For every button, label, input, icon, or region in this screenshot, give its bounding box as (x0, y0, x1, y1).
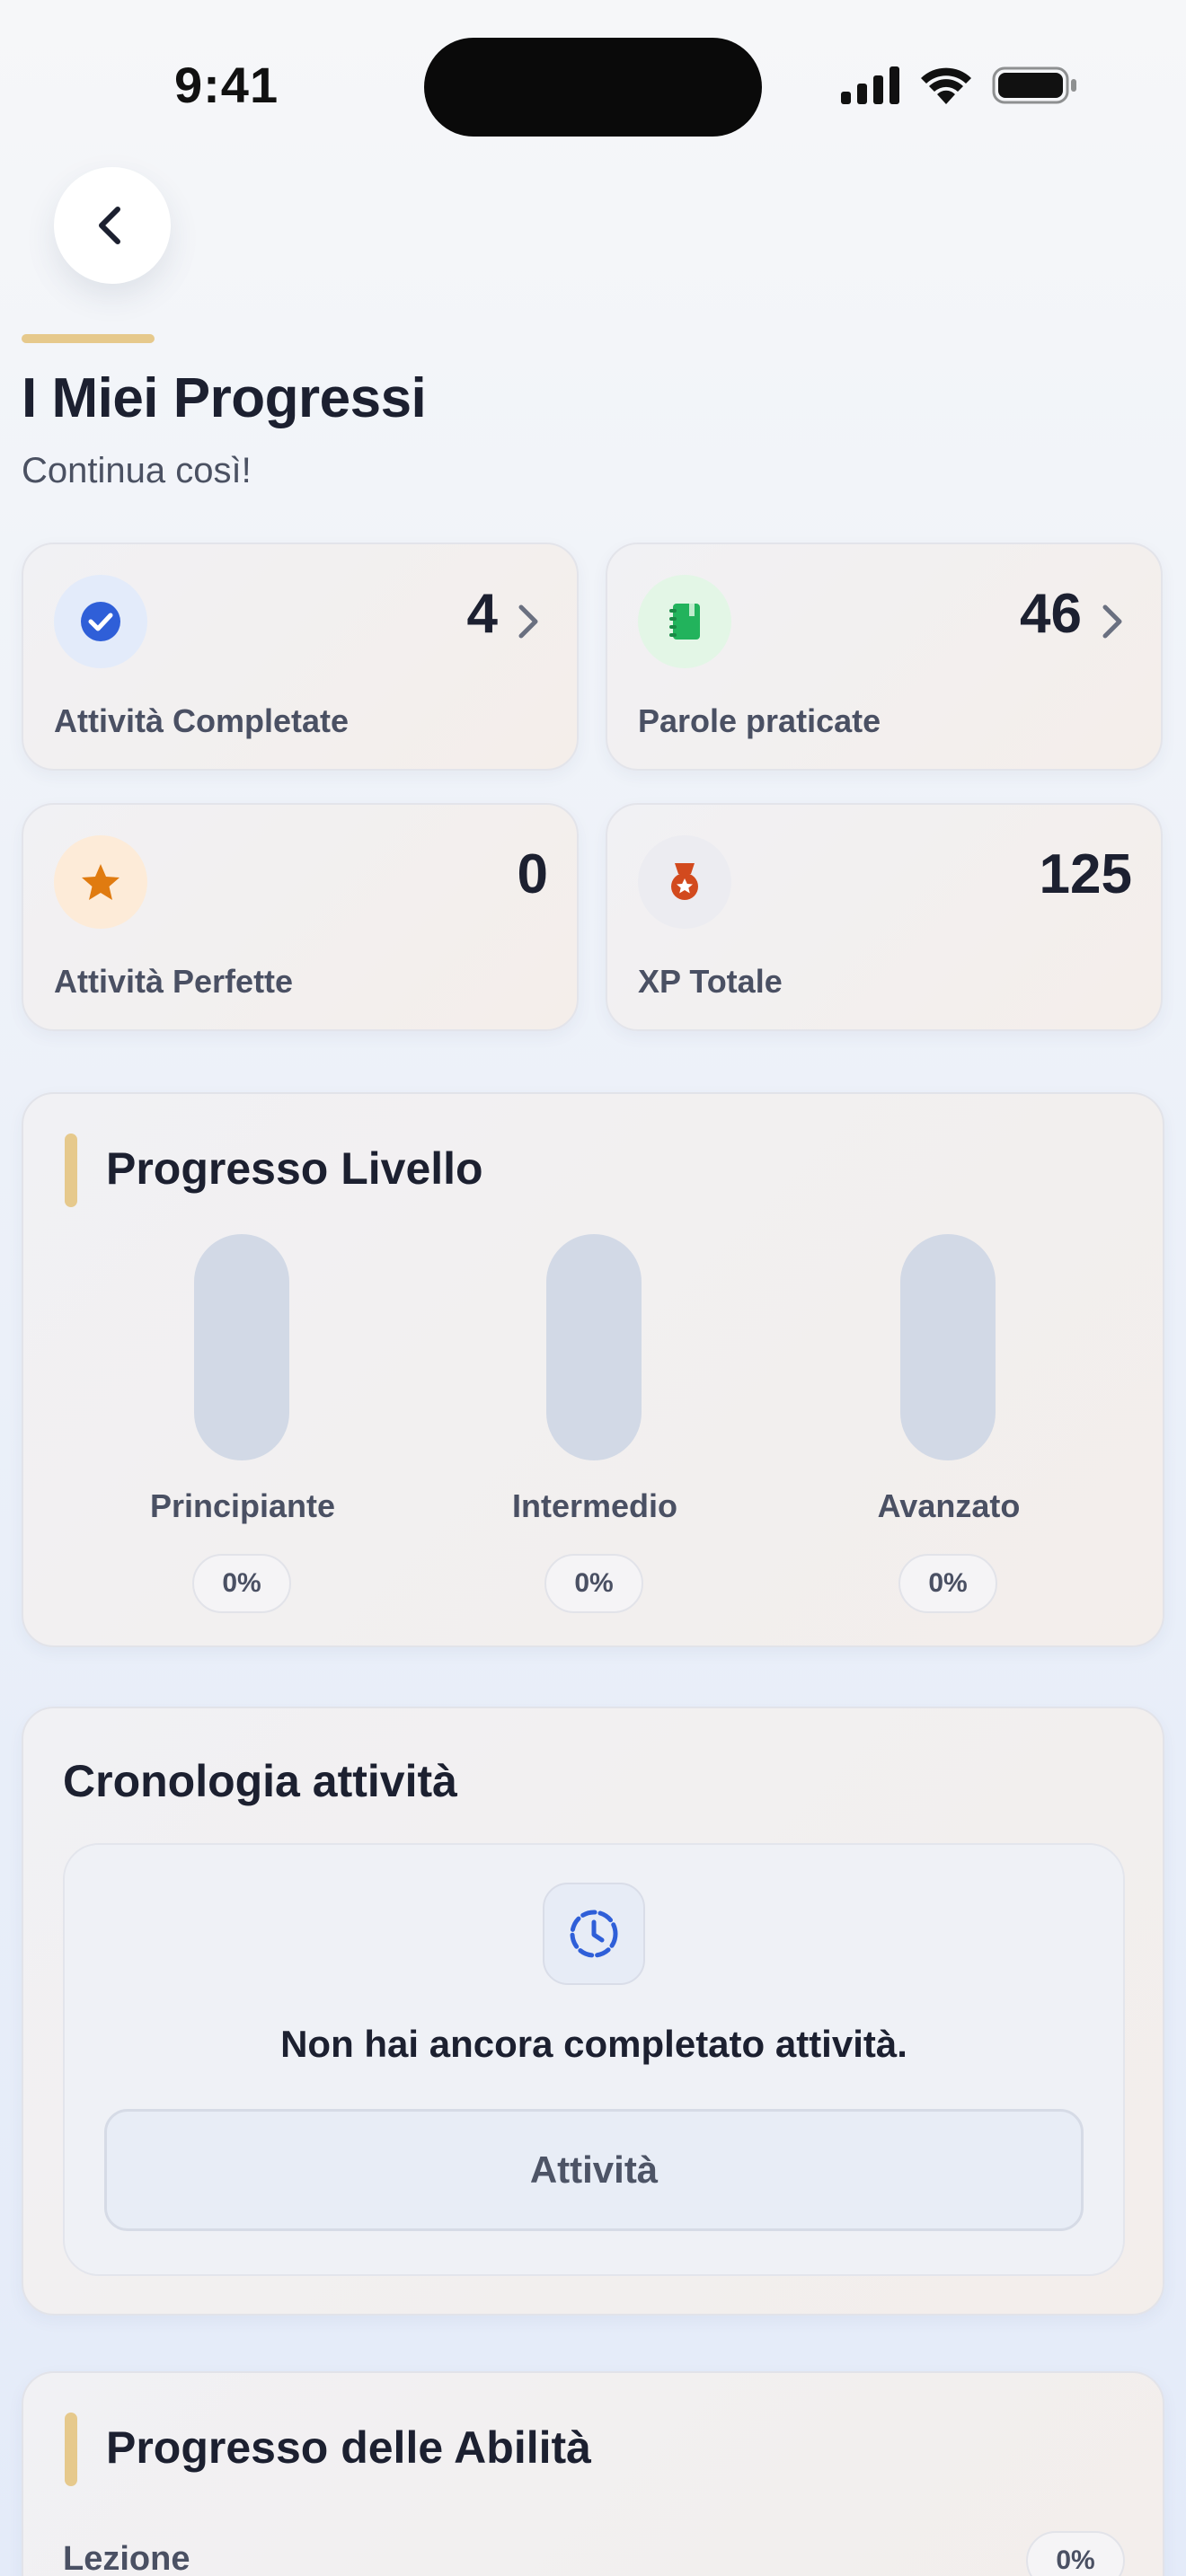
section-title: Progresso delle Abilità (106, 2422, 591, 2473)
section-title: Cronologia attività (63, 1756, 457, 1806)
level-column-intermediate: Intermedio 0% (460, 1234, 730, 1629)
stat-icon-badge (54, 835, 147, 929)
level-label: Avanzato (877, 1487, 1021, 1524)
level-bar (546, 1234, 642, 1460)
level-column-beginner: Principiante 0% (108, 1234, 377, 1629)
chevron-left-icon (99, 207, 120, 244)
section-accent-bar (65, 2413, 77, 2486)
wifi-icon (921, 67, 971, 104)
skill-percent-badge: 0% (1026, 2531, 1125, 2576)
activity-history-card: Cronologia attività Non hai ancora compl… (22, 1707, 1164, 2316)
chevron-right-icon (518, 604, 538, 639)
level-bar (900, 1234, 996, 1460)
notebook-icon (669, 604, 700, 640)
level-label: Intermedio (511, 1487, 678, 1524)
chevron-right-icon (1102, 604, 1122, 639)
stat-label: Parole praticate (638, 702, 881, 739)
stat-value: 0 (517, 843, 548, 905)
title-accent-bar (22, 334, 155, 343)
page-title: I Miei Progressi (22, 367, 427, 429)
empty-state-message: Non hai ancora completato attività. (280, 2023, 907, 2065)
level-label: Principiante (149, 1487, 336, 1524)
stat-value: 46 (1020, 583, 1082, 645)
check-circle-icon (81, 602, 120, 641)
clock-history-icon (570, 1910, 618, 1958)
stat-card-completed-activities[interactable]: 4 Attività Completate (22, 543, 579, 771)
signal-icon (841, 66, 899, 104)
stat-label: XP Totale (638, 963, 783, 1000)
stat-card-perfect-activities: 0 Attività Perfette (22, 803, 579, 1031)
progress-screen: 9:41 I Miei Progressi Continua così! 4 A… (0, 0, 1186, 2576)
stat-value: 4 (466, 583, 498, 645)
stat-label: Attività Perfette (54, 963, 294, 1000)
clock-icon-badge (543, 1883, 645, 1985)
stat-icon-badge (54, 575, 147, 668)
level-percent-badge: 0% (192, 1554, 291, 1613)
star-icon (82, 864, 119, 900)
level-percent-badge: 0% (898, 1554, 997, 1613)
section-title: Progresso Livello (106, 1143, 483, 1194)
section-accent-bar (65, 1134, 77, 1207)
level-column-advanced: Avanzato 0% (814, 1234, 1084, 1629)
stat-card-total-xp: 125 XP Totale (606, 803, 1163, 1031)
stat-label: Attività Completate (54, 702, 350, 739)
status-time: 9:41 (174, 57, 279, 113)
back-button[interactable] (54, 167, 171, 284)
stat-icon-badge (638, 835, 731, 929)
skill-label: Lezione (63, 2540, 190, 2576)
stat-value: 125 (1039, 843, 1132, 905)
stat-card-words-practiced[interactable]: 46 Parole praticate (606, 543, 1163, 771)
empty-state: Non hai ancora completato attività. Atti… (63, 1843, 1125, 2276)
skills-progress-card: Progresso delle Abilità Lezione 0% (22, 2371, 1164, 2576)
activities-button[interactable]: Attività (104, 2109, 1084, 2231)
level-progress-card: Progresso Livello Principiante 0% Interm… (22, 1092, 1164, 1647)
stat-icon-badge (638, 575, 731, 668)
level-percent-badge: 0% (544, 1554, 643, 1613)
battery-icon (992, 66, 1076, 104)
dynamic-island (424, 38, 762, 137)
level-bar (194, 1234, 289, 1460)
page-subtitle: Continua così! (22, 451, 252, 490)
medal-icon (671, 863, 698, 900)
